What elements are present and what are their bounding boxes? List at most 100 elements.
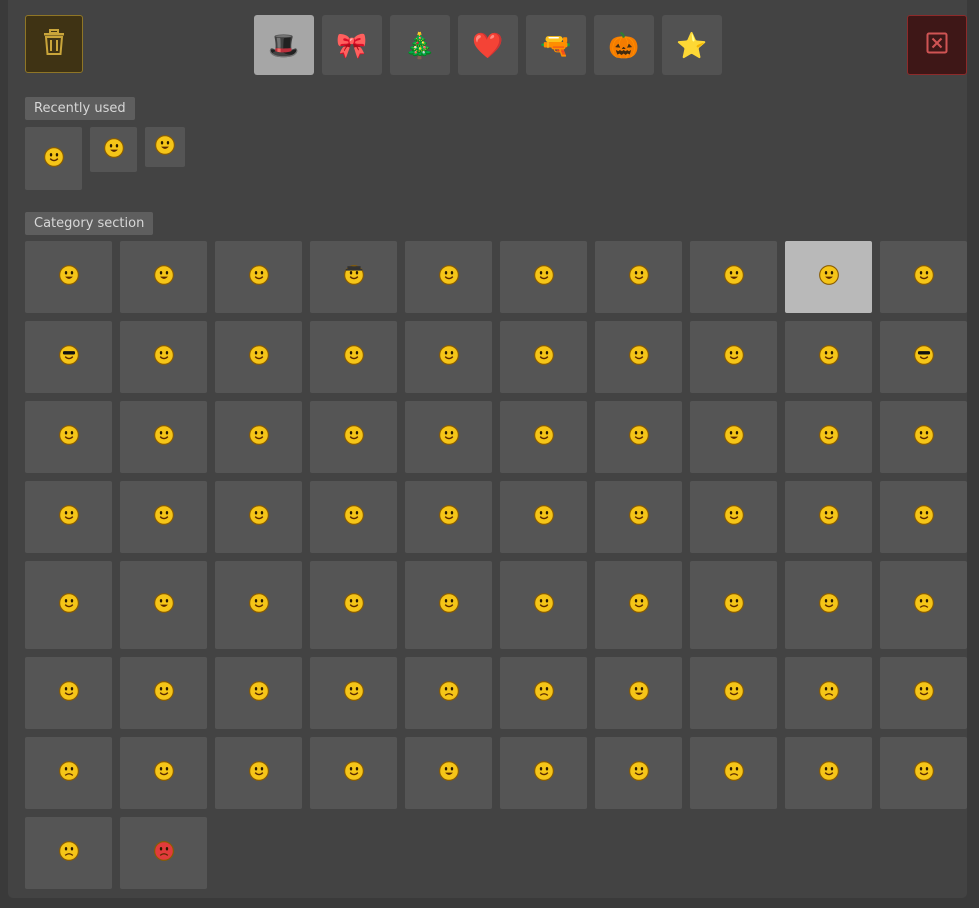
smiley-item[interactable] — [25, 657, 112, 729]
smiley-item[interactable] — [120, 737, 207, 809]
smiley-item[interactable] — [595, 401, 682, 473]
smiley-item[interactable] — [405, 481, 492, 553]
grinning-teeth-smiley-icon — [103, 137, 125, 163]
smiley-item[interactable] — [500, 561, 587, 649]
pouting-smiley-icon — [723, 760, 745, 786]
smiley-item[interactable] — [785, 737, 872, 809]
tab-christmas-tree[interactable]: 🎄 — [390, 15, 450, 75]
smiley-item[interactable] — [25, 817, 112, 889]
tab-star-badge[interactable]: ⭐ — [662, 15, 722, 75]
smiley-item[interactable] — [215, 321, 302, 393]
smiley-item[interactable] — [120, 817, 207, 889]
smiley-item[interactable] — [500, 481, 587, 553]
smiley-item[interactable] — [405, 241, 492, 313]
smiley-item[interactable] — [310, 481, 397, 553]
smiley-item[interactable] — [595, 241, 682, 313]
smiley-item[interactable] — [500, 657, 587, 729]
smiley-item[interactable] — [120, 401, 207, 473]
smiley-item[interactable] — [500, 321, 587, 393]
smiley-item[interactable] — [785, 321, 872, 393]
smiley-item[interactable] — [595, 321, 682, 393]
clear-recent-button[interactable] — [25, 15, 83, 73]
smiley-item[interactable] — [880, 241, 967, 313]
grin-squint-smiley-icon — [154, 134, 176, 160]
smiley-item[interactable] — [120, 321, 207, 393]
recent-smiley-item[interactable] — [145, 127, 185, 167]
wink-smiley-icon — [723, 344, 745, 370]
smiley-item[interactable] — [215, 737, 302, 809]
smiley-item[interactable] — [120, 561, 207, 649]
smiley-item[interactable] — [500, 401, 587, 473]
smiley-item[interactable] — [595, 481, 682, 553]
recent-smiley-item[interactable] — [90, 127, 137, 172]
smiley-item[interactable] — [690, 737, 777, 809]
smiley-item[interactable] — [690, 481, 777, 553]
smile-smiley-icon — [533, 264, 555, 290]
sleepy-smiley-icon — [628, 424, 650, 450]
smiley-item[interactable] — [595, 561, 682, 649]
smiley-item[interactable] — [405, 561, 492, 649]
sitting-smiley-icon — [438, 504, 460, 530]
smiley-item[interactable] — [310, 241, 397, 313]
tab-heart[interactable]: ❤️ — [458, 15, 518, 75]
smiley-item[interactable] — [785, 401, 872, 473]
smiley-item[interactable] — [310, 737, 397, 809]
smiley-item[interactable] — [25, 561, 112, 649]
smiley-item[interactable] — [405, 737, 492, 809]
smiley-item[interactable] — [215, 241, 302, 313]
close-button[interactable] — [907, 15, 967, 75]
recent-smiley-item[interactable] — [25, 127, 82, 190]
smiley-item[interactable] — [25, 401, 112, 473]
smiley-item[interactable] — [880, 321, 967, 393]
silver-trophy-smiley-icon — [628, 504, 650, 530]
smiley-item[interactable] — [310, 561, 397, 649]
smiley-item[interactable] — [500, 241, 587, 313]
smiley-item[interactable] — [880, 657, 967, 729]
smiley-item[interactable] — [785, 657, 872, 729]
smiley-item[interactable] — [690, 241, 777, 313]
smiley-item[interactable] — [120, 241, 207, 313]
smiley-item[interactable] — [310, 657, 397, 729]
smiley-item[interactable] — [785, 481, 872, 553]
smiley-item[interactable] — [690, 657, 777, 729]
crawling-smiley-icon — [343, 424, 365, 450]
smiley-item[interactable] — [215, 401, 302, 473]
smiley-item[interactable] — [25, 321, 112, 393]
smiley-item[interactable] — [25, 241, 112, 313]
tab-water-gun[interactable]: 🔫 — [526, 15, 586, 75]
smiley-item[interactable] — [215, 481, 302, 553]
smiley-item[interactable] — [690, 321, 777, 393]
smiley-item[interactable] — [690, 401, 777, 473]
smiley-item[interactable] — [880, 481, 967, 553]
smiley-item[interactable] — [595, 737, 682, 809]
smiley-item[interactable] — [120, 657, 207, 729]
smiley-item[interactable] — [880, 737, 967, 809]
smiley-item[interactable] — [785, 241, 872, 313]
tab-top-hat[interactable]: 🎩 — [254, 15, 314, 75]
tab-pumpkin[interactable]: 🎃 — [594, 15, 654, 75]
smiley-item[interactable] — [25, 481, 112, 553]
smiley-item[interactable] — [310, 321, 397, 393]
smiley-item[interactable] — [880, 401, 967, 473]
smiley-item[interactable] — [690, 561, 777, 649]
smiley-item[interactable] — [215, 657, 302, 729]
smiley-picker-panel: 🎩 🎀 🎄 ❤️ 🔫 🎃 ⭐ Recently used Category section — [8, 0, 967, 898]
smiley-item[interactable] — [405, 401, 492, 473]
smiley-item[interactable] — [405, 657, 492, 729]
smiley-item[interactable] — [25, 737, 112, 809]
scream-smiley-icon — [723, 424, 745, 450]
tab-ribbon-bow[interactable]: 🎀 — [322, 15, 382, 75]
smiley-item[interactable] — [880, 561, 967, 649]
crazy-smiley-icon — [438, 344, 460, 370]
smiley-item[interactable] — [310, 401, 397, 473]
smiley-item[interactable] — [785, 561, 872, 649]
water-gun-icon: 🔫 — [540, 30, 572, 60]
smiley-item[interactable] — [215, 561, 302, 649]
recently-used-label: Recently used — [25, 97, 135, 120]
rolling-eyes-smiley-icon — [343, 344, 365, 370]
smiley-item[interactable] — [405, 321, 492, 393]
thinking-smiley-icon — [153, 344, 175, 370]
smiley-item[interactable] — [500, 737, 587, 809]
smiley-item[interactable] — [595, 657, 682, 729]
smiley-item[interactable] — [120, 481, 207, 553]
